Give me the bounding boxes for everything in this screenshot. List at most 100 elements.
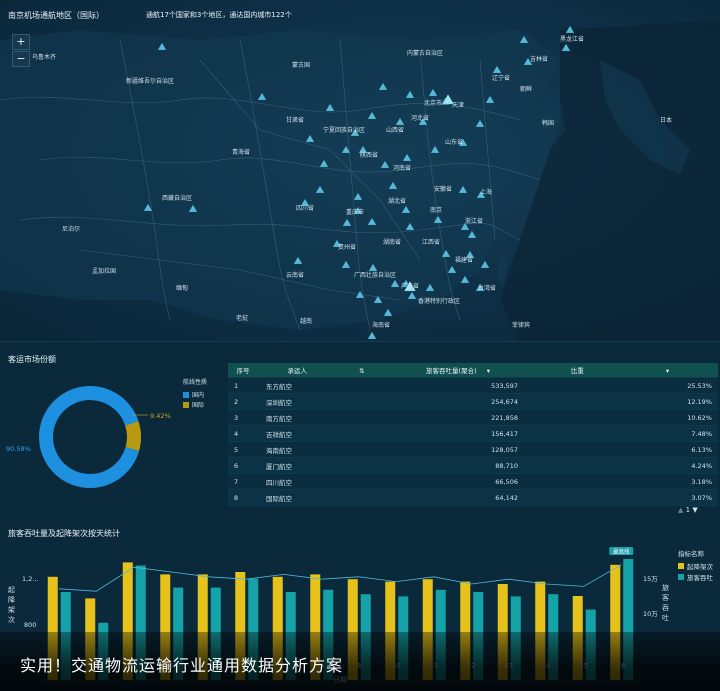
map-label: 陕西省 [360,152,379,159]
map-label: 香港特别行政区 [418,298,461,305]
cell-index: 3 [234,413,239,422]
pager[interactable]: ▲ 1 ▼ [678,506,698,514]
table-header: 序号 承运人 ⇅ 旅客吞吐量(聚合) ▾ 比重 ▾ [228,363,718,378]
zoom-in-button[interactable]: + [12,34,30,50]
page-number: 1 [685,506,691,514]
map-label: 黑龙江省 [560,36,585,43]
header-share[interactable]: 比重 ▾ [522,365,718,375]
cell-carrier: 国际航空 [266,494,292,503]
map-label: 蒙古国 [292,62,311,69]
legend-swatch [678,574,684,580]
map-label: 内蒙古自治区 [407,50,444,57]
map-label: 湖南省 [383,239,402,246]
y-right-tick: 15万 [643,575,658,583]
cell-index: 8 [234,493,239,502]
map-label: 广东省 [401,283,420,290]
cell-passengers: 88,710 [495,461,518,470]
y-right-axis-label: 客 [662,593,669,602]
y-right-axis-label: 旅 [662,583,669,592]
table-body: 1 东方航空 533,597 25.53% 2 深圳航空 254,674 12.19% 3 南方航… [228,378,718,506]
map-label: 云南省 [286,272,305,279]
cell-passengers: 156,417 [491,429,518,438]
route-map[interactable]: 南京机场通航地区（国际） 通航17个国家和3个地区，通达国内城市122个 + −… [0,0,720,342]
donut-label-international: 9.42% [150,412,171,420]
cell-share: 12.19% [687,397,712,406]
table-row[interactable]: 7 四川航空 66,506 3.18% [228,474,718,490]
y-right-tick: 10万 [643,610,658,618]
caption-text: 实用！交通物流运输行业通用数据分析方案 [20,656,344,675]
map-label: 吉林省 [530,56,549,63]
cell-passengers: 64,142 [495,493,518,502]
cell-passengers: 254,674 [491,397,518,406]
map-label: 天津 [452,102,465,109]
cell-index: 4 [234,429,239,438]
header-passengers[interactable]: 旅客吞吐量(聚合) ▾ [394,365,522,375]
table-row[interactable]: 6 厦门航空 88,710 4.24% [228,458,718,474]
map-label: 朝鲜 [520,86,533,93]
map-label: 江西省 [422,239,441,246]
sort-desc-icon: ▾ [486,367,490,375]
map-label: 西藏自治区 [162,195,193,202]
legend-swatch [183,391,189,398]
cell-carrier: 深圳航空 [266,398,292,407]
carrier-table: 序号 承运人 ⇅ 旅客吞吐量(聚合) ▾ 比重 ▾ 1 东方航空 533,597 25… [228,363,718,506]
map-label: 海南省 [372,322,391,329]
map-label: 河南省 [393,165,412,172]
map-canvas [0,20,720,341]
map-label: 福建省 [455,257,474,264]
donut-legend-title: 航线性质 [183,379,208,386]
table-row[interactable]: 1 东方航空 533,597 25.53% [228,378,718,394]
y-left-tick: 800 [24,621,36,629]
airport-marker-icon[interactable] [367,331,377,340]
donut-slice-international[interactable] [125,421,141,451]
header-carrier[interactable]: 承运人 ⇅ [258,365,394,375]
table-row[interactable]: 8 国际航空 64,142 3.07% [228,490,718,506]
taiwan-shape [497,255,508,285]
table-row[interactable]: 4 吉祥航空 156,417 7.48% [228,426,718,442]
cell-passengers: 66,506 [495,477,518,486]
map-title: 南京机场通航地区（国际） [8,11,104,20]
y-left-axis-label: 架 [8,606,15,614]
y-right-axis-label: 吞 [662,604,669,612]
cell-share: 3.07% [691,493,712,502]
cell-carrier: 厦门航空 [266,462,292,471]
donut-slice-domestic[interactable] [39,386,140,488]
cell-carrier: 海南航空 [266,446,292,455]
sort-desc-icon: ▾ [665,367,670,375]
map-label: 河北省 [411,115,430,122]
table-row[interactable]: 3 南方航空 221,858 10.62% [228,410,718,426]
legend-swatch [678,563,684,569]
table-row[interactable]: 2 深圳航空 254,674 12.19% [228,394,718,410]
cell-share: 7.48% [691,429,712,438]
map-label: 湖北省 [388,198,407,205]
cell-index: 5 [234,445,239,454]
legend-swatch [183,401,189,408]
map-label: 青海省 [232,149,251,156]
header-index[interactable]: 序号 [228,365,258,375]
y-left-axis-label: 次 [8,615,15,624]
cell-passengers: 533,597 [491,381,518,390]
map-label: 缅甸 [176,285,189,292]
land-mass [0,30,560,330]
table-row[interactable]: 5 海南航空 128,057 6.13% [228,442,718,458]
donut-legend-domestic[interactable]: 国内 [183,390,204,399]
map-label: 宁夏回族自治区 [323,127,366,134]
map-label: 安徽省 [434,186,453,193]
map-label: 南京 [430,207,443,214]
cell-carrier: 四川航空 [266,478,292,487]
map-label: 日本 [660,117,673,124]
y-left-axis-label: 降 [8,595,15,604]
zoom-out-button[interactable]: − [12,51,30,67]
map-label: 上海 [480,189,493,196]
chart-legend-label: 起降架次 [687,562,714,571]
map-label: 新疆维吾尔自治区 [126,78,175,85]
map-label: 尼泊尔 [62,226,81,233]
donut-legend-international[interactable]: 国际 [183,400,204,409]
cell-passengers: 128,057 [491,445,518,454]
y-left-tick: 1,2... [22,575,39,583]
max-badge-label: 最高线 [613,548,630,556]
cell-share: 6.13% [691,445,712,454]
caption-bar: 实用！交通物流运输行业通用数据分析方案 [0,632,720,691]
map-label: 浙江省 [465,218,484,225]
cell-index: 1 [234,381,239,390]
